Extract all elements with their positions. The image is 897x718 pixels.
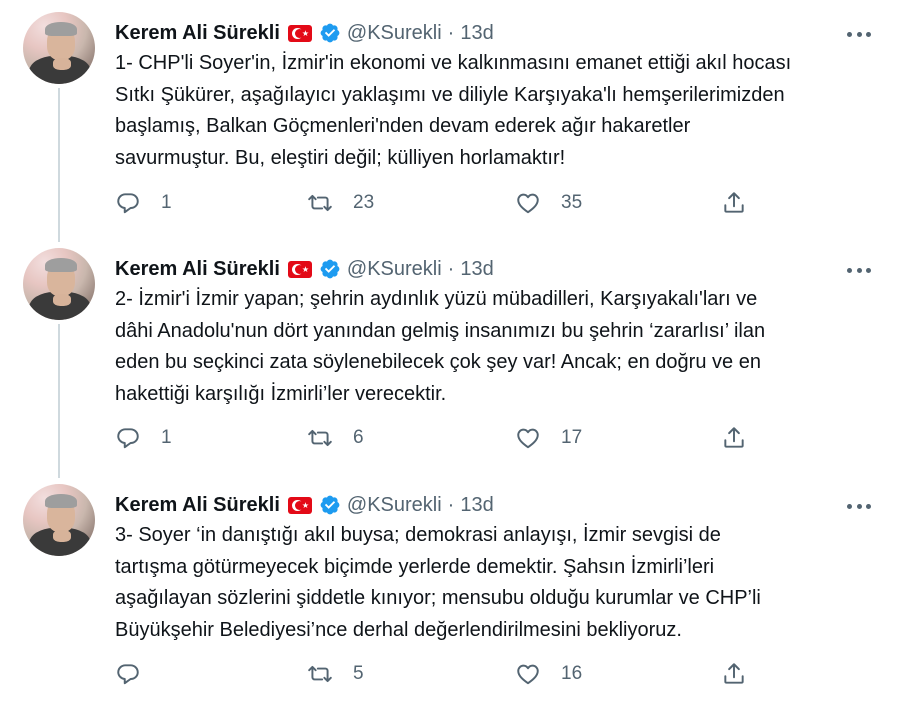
tweet-header: Kerem Ali Sürekli ★ @KSurekli · 13d [115,20,494,46]
share-button[interactable] [721,188,747,218]
reply-icon [117,428,139,449]
reply-icon [117,664,139,685]
retweet-button[interactable]: 23 [307,188,374,218]
more-icon[interactable] [847,496,871,516]
share-icon [724,663,744,684]
retweet-button[interactable]: 6 [307,423,364,453]
reply-button[interactable]: 1 [115,188,172,218]
more-icon[interactable] [847,260,871,280]
heart-icon [517,664,539,685]
tweet-time[interactable]: 13d [460,494,493,517]
like-button[interactable]: 16 [515,659,582,689]
avatar[interactable] [23,484,95,556]
avatar-hair [45,22,77,36]
turkey-flag-icon: ★ [287,496,312,514]
author-handle[interactable]: @KSurekli [347,22,442,45]
tweet-time[interactable]: 13d [460,22,493,45]
share-icon [724,427,744,448]
reply-count: 1 [161,427,172,448]
reply-button[interactable] [115,659,161,689]
retweet-button[interactable]: 5 [307,659,364,689]
tweet-header: Kerem Ali Sürekli ★ @KSurekli · 13d [115,492,494,518]
like-button[interactable]: 35 [515,188,582,218]
author-name[interactable]: Kerem Ali Sürekli [115,22,280,45]
share-icon [724,192,744,213]
avatar-hand [53,530,71,542]
verified-badge-icon [320,23,340,43]
tweet-text: 1- CHP'li Soyer'in, İzmir'in ekonomi ve … [115,52,792,169]
retweet-icon [308,429,332,447]
avatar-hair [45,494,77,508]
share-button[interactable] [721,423,747,453]
thread-line [58,324,60,478]
like-count: 17 [561,427,583,448]
retweet-count: 23 [353,192,375,213]
tweet-text: 2- İzmir'i İzmir yapan; şehrin aydınlık … [115,288,766,405]
avatar[interactable] [23,248,95,320]
like-count: 35 [561,192,583,213]
avatar-hair [45,258,77,272]
retweet-icon [308,194,332,212]
tweet-actions: 1 23 35 [115,188,765,218]
tweet-header: Kerem Ali Sürekli ★ @KSurekli · 13d [115,256,494,282]
avatar-hand [53,294,71,306]
avatar[interactable] [23,12,95,84]
tweet-text: 3- Soyer ‘in danıştığı akıl buysa; demok… [115,524,761,641]
tweet-actions: 1 6 17 [115,423,765,453]
retweet-count: 6 [353,427,364,448]
tweet-time[interactable]: 13d [460,258,493,281]
separator-dot: · [447,21,455,44]
heart-icon [517,193,539,214]
author-handle[interactable]: @KSurekli [347,258,442,281]
thread-line [58,88,60,242]
author-name[interactable]: Kerem Ali Sürekli [115,258,280,281]
heart-icon [517,428,539,449]
author-name[interactable]: Kerem Ali Sürekli [115,494,280,517]
like-button[interactable]: 17 [515,423,582,453]
reply-button[interactable]: 1 [115,423,172,453]
verified-badge-icon [320,495,340,515]
like-count: 16 [561,663,583,684]
separator-dot: · [447,257,455,280]
tweet-actions: 5 16 [115,659,765,689]
more-icon[interactable] [847,24,871,44]
separator-dot: · [447,493,455,516]
turkey-flag-icon: ★ [287,260,312,278]
retweet-icon [308,665,332,683]
turkey-flag-icon: ★ [287,24,312,42]
share-button[interactable] [721,659,747,689]
author-handle[interactable]: @KSurekli [347,494,442,517]
retweet-count: 5 [353,663,364,684]
reply-icon [117,193,139,214]
reply-count: 1 [161,192,172,213]
verified-badge-icon [320,259,340,279]
avatar-hand [53,58,71,70]
